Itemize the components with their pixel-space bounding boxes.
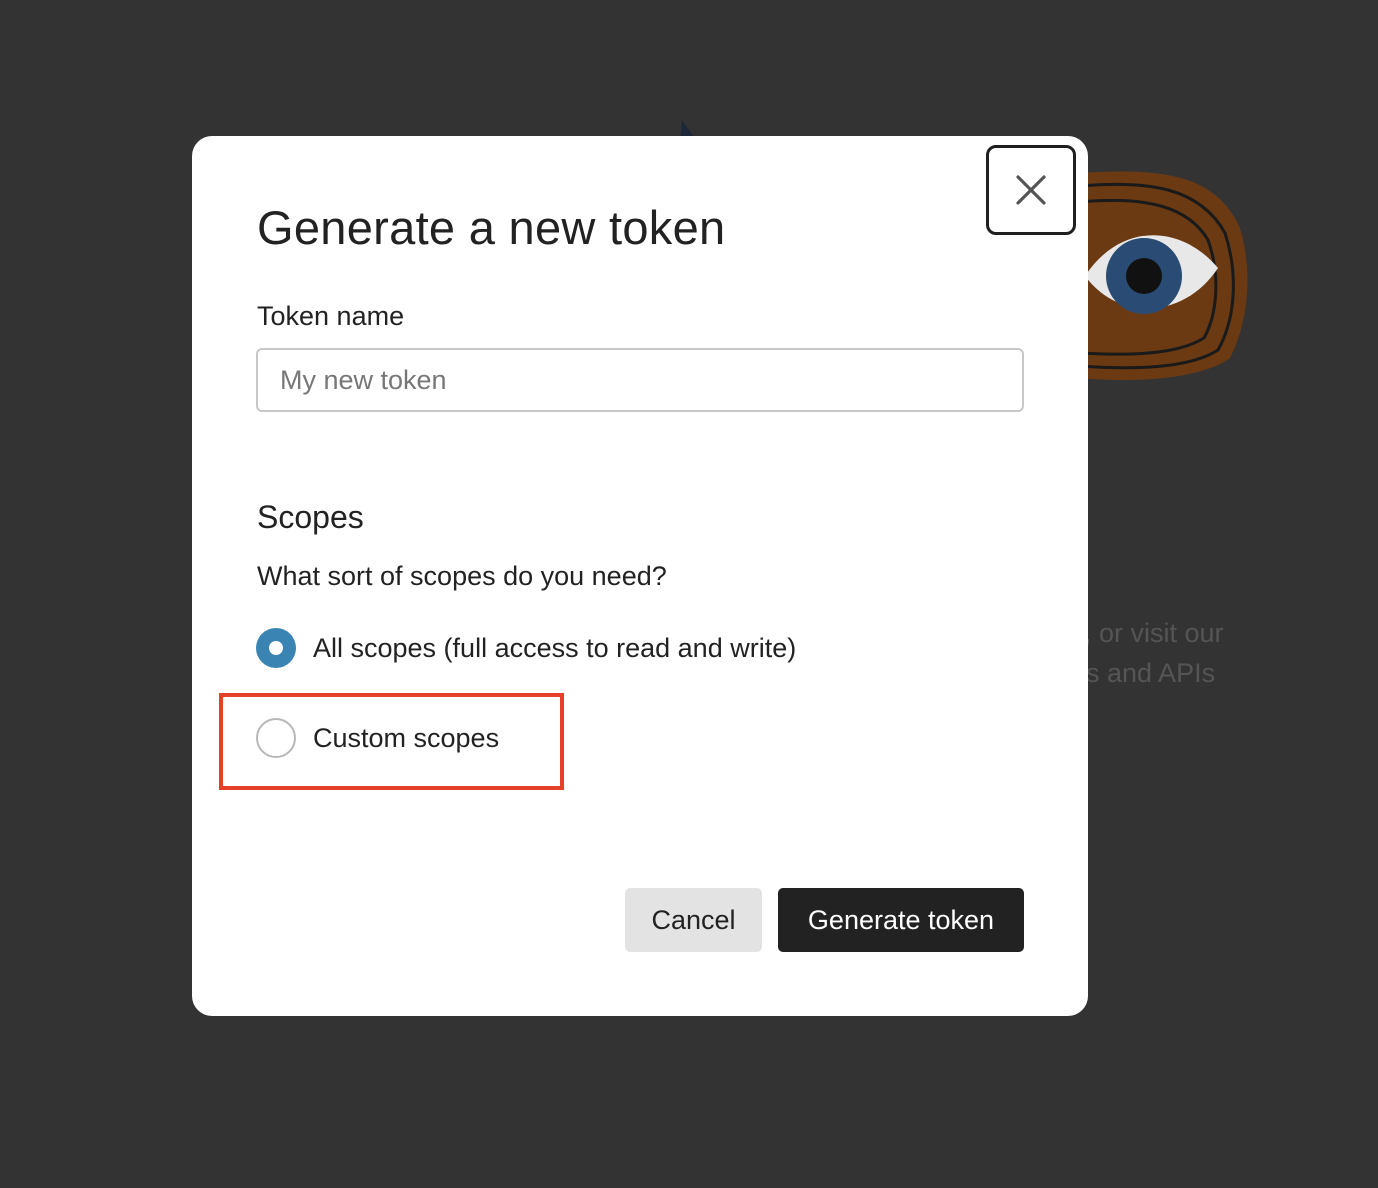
radio-button-selected[interactable]: [256, 628, 296, 668]
background-text: , or visit our: [1084, 618, 1224, 648]
cancel-button[interactable]: Cancel: [625, 888, 762, 952]
close-button[interactable]: [986, 145, 1076, 235]
generate-token-button[interactable]: Generate token: [778, 888, 1024, 952]
close-icon: [1016, 175, 1046, 205]
background-text: s and APIs: [1086, 658, 1216, 688]
token-name-input[interactable]: [256, 348, 1024, 412]
highlight-annotation: [219, 693, 564, 790]
generate-token-dialog: Generate a new token Token name Scopes W…: [192, 136, 1088, 1016]
scopes-heading: Scopes: [257, 499, 364, 535]
scopes-question: What sort of scopes do you need?: [257, 561, 667, 591]
dialog-title: Generate a new token: [257, 201, 726, 254]
radio-label: All scopes (full access to read and writ…: [313, 632, 797, 663]
token-name-label: Token name: [257, 301, 405, 331]
radio-option-all-scopes[interactable]: All scopes (full access to read and writ…: [256, 628, 796, 668]
